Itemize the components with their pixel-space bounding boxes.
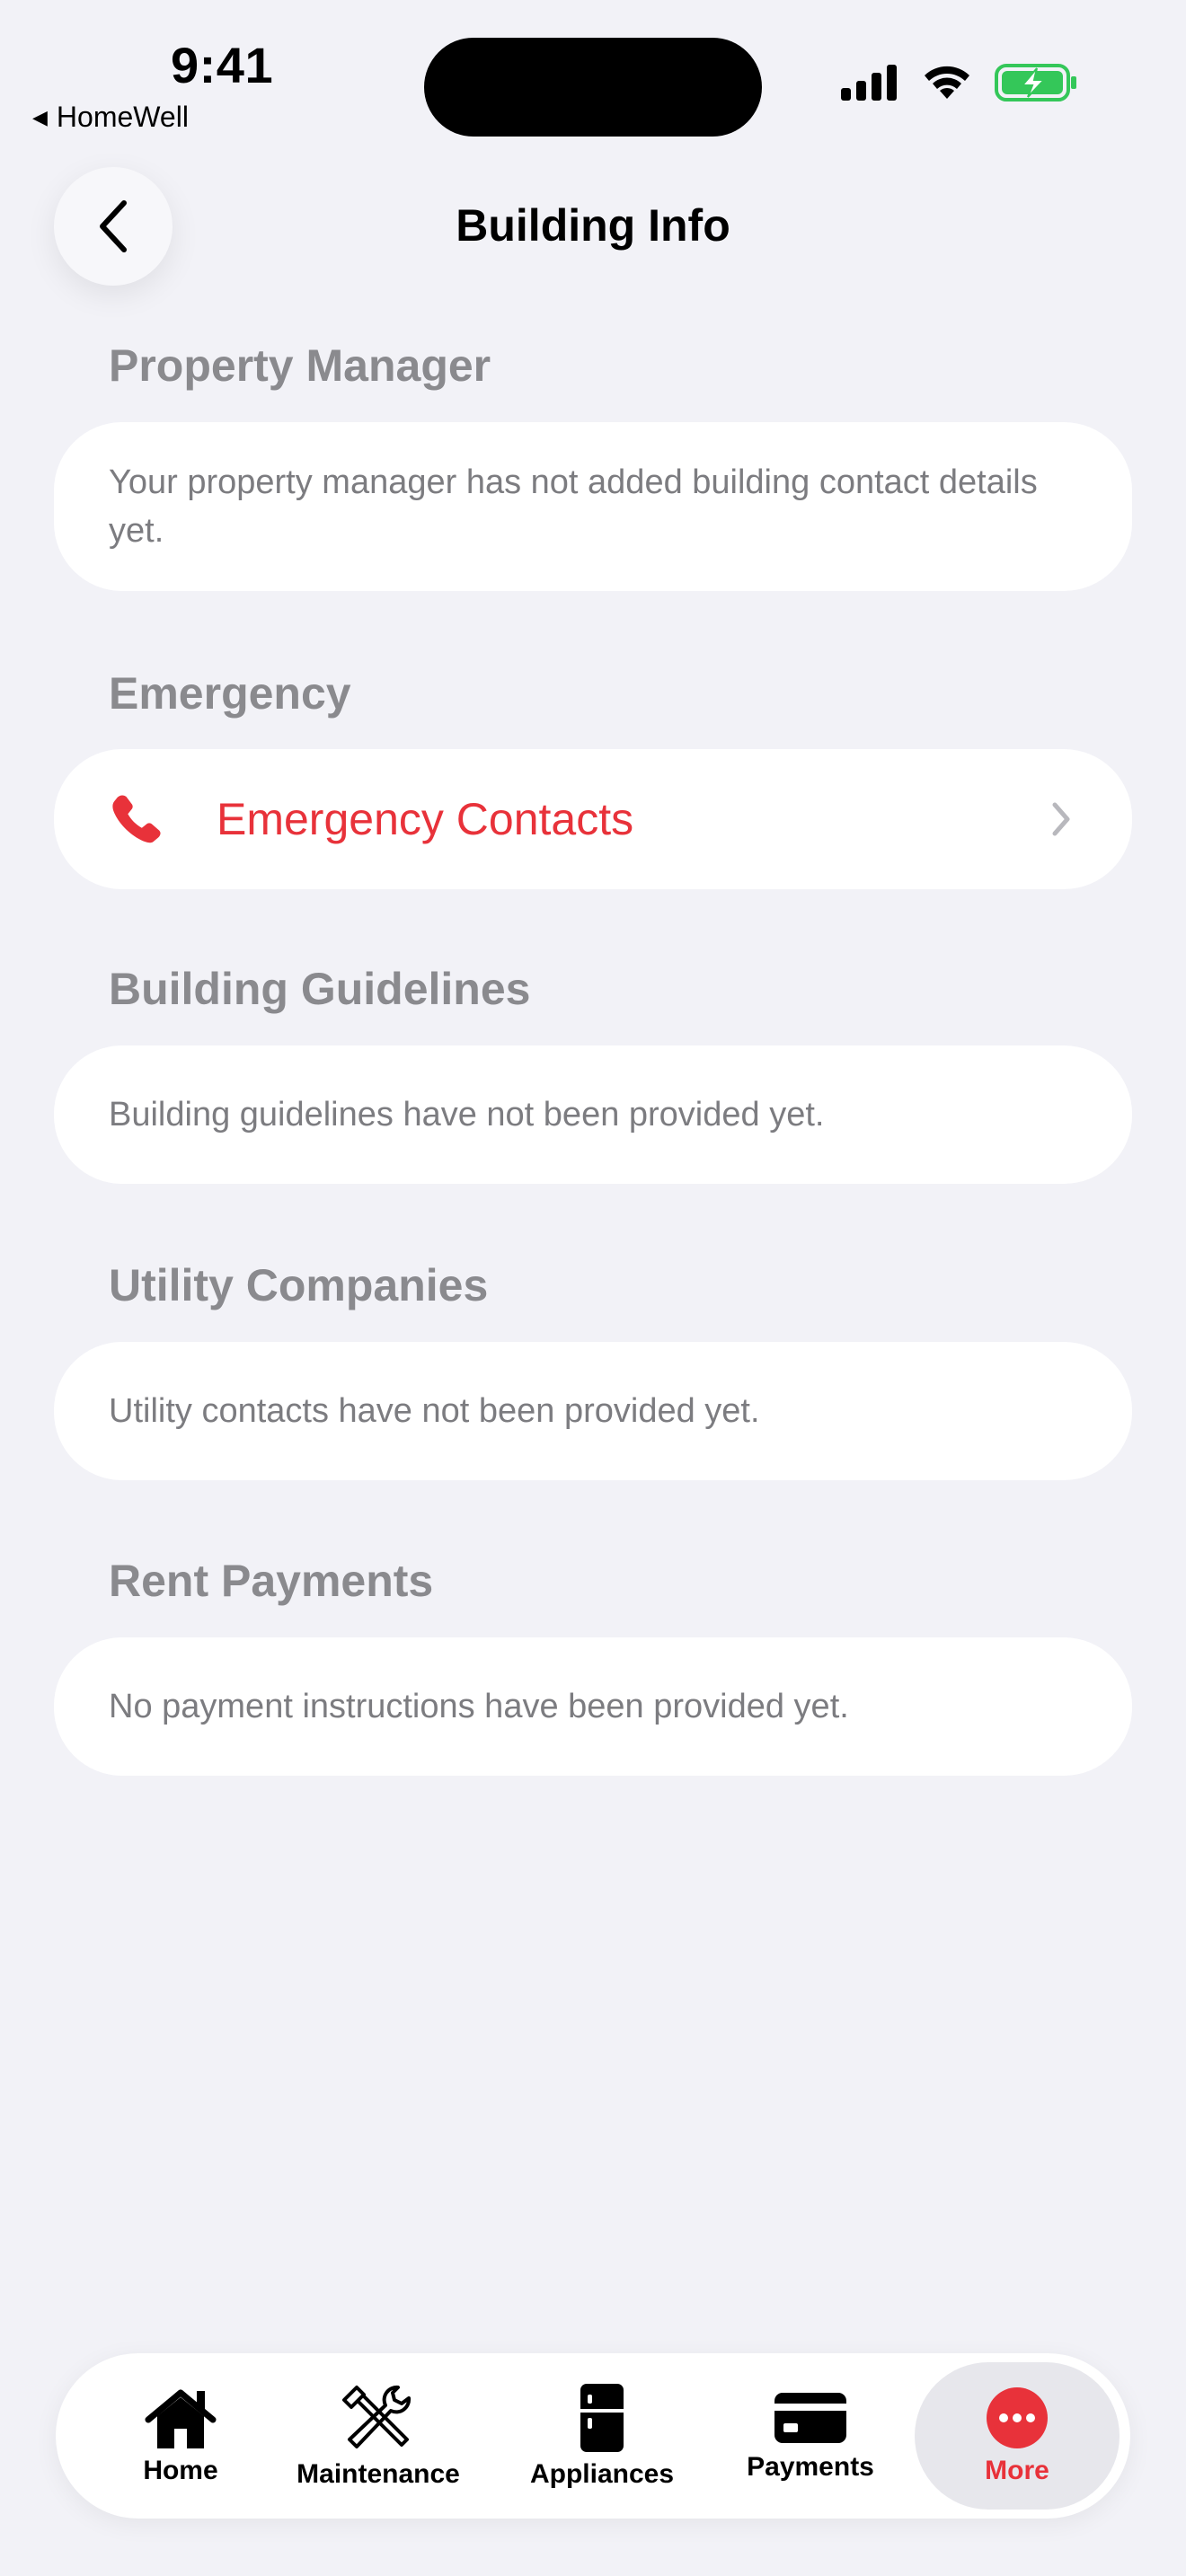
phone-icon	[112, 795, 161, 843]
status-icons	[839, 63, 1078, 102]
tab-more[interactable]: More	[915, 2362, 1120, 2510]
building-guidelines-empty-text: Building guidelines have not been provid…	[109, 1096, 825, 1134]
ellipsis-circle-icon	[987, 2387, 1048, 2448]
tab-appliances-label: Appliances	[529, 2459, 675, 2489]
rent-payments-empty-text: No payment instructions have been provid…	[109, 1688, 849, 1725]
status-time: 9:41	[171, 37, 274, 93]
tools-icon	[342, 2385, 412, 2448]
section-header-rent-payments: Rent Payments	[109, 1556, 434, 1606]
emergency-contacts-row[interactable]: Emergency Contacts	[54, 749, 1132, 889]
emergency-contacts-label: Emergency Contacts	[217, 794, 634, 844]
tab-appliances[interactable]: Appliances	[505, 2353, 699, 2519]
tab-home[interactable]: Home	[101, 2353, 261, 2519]
utility-companies-empty-text: Utility contacts have not been provided …	[109, 1392, 760, 1430]
wifi-icon	[925, 66, 969, 99]
card-icon	[774, 2393, 846, 2443]
chevron-right-icon	[1052, 802, 1070, 836]
tab-maintenance-label: Maintenance	[296, 2459, 460, 2489]
section-header-emergency: Emergency	[109, 668, 351, 719]
tab-maintenance[interactable]: Maintenance	[282, 2353, 474, 2519]
building-guidelines-card: Building guidelines have not been provid…	[54, 1045, 1132, 1184]
fridge-icon	[580, 2384, 624, 2452]
tab-payments[interactable]: Payments	[730, 2353, 891, 2519]
back-app-label: HomeWell	[56, 101, 189, 133]
utility-companies-card: Utility contacts have not been provided …	[54, 1342, 1132, 1480]
screen: 9:41 ◀ HomeWell Building Info Property M…	[0, 0, 1186, 2576]
tab-more-label: More	[985, 2456, 1049, 2485]
property-manager-card: Your property manager has not added buil…	[54, 422, 1132, 591]
back-to-app-link[interactable]: ◀ HomeWell	[32, 101, 189, 134]
house-icon	[145, 2389, 217, 2448]
property-manager-empty-text: Your property manager has not added buil…	[109, 463, 1038, 550]
section-header-utility-companies: Utility Companies	[109, 1260, 489, 1310]
tab-payments-label: Payments	[747, 2452, 874, 2482]
tab-home-label: Home	[143, 2456, 218, 2485]
battery-charging-icon	[995, 64, 1076, 101]
rent-payments-card: No payment instructions have been provid…	[54, 1637, 1132, 1776]
dynamic-island	[424, 38, 762, 137]
page-title: Building Info	[456, 200, 730, 251]
tab-bar: Home Maintenance Appliances Payments Mor…	[56, 2353, 1130, 2519]
back-triangle-icon: ◀	[32, 105, 48, 128]
cellular-signal-icon	[841, 65, 897, 101]
section-header-building-guidelines: Building Guidelines	[109, 964, 531, 1014]
section-header-property-manager: Property Manager	[109, 340, 491, 391]
